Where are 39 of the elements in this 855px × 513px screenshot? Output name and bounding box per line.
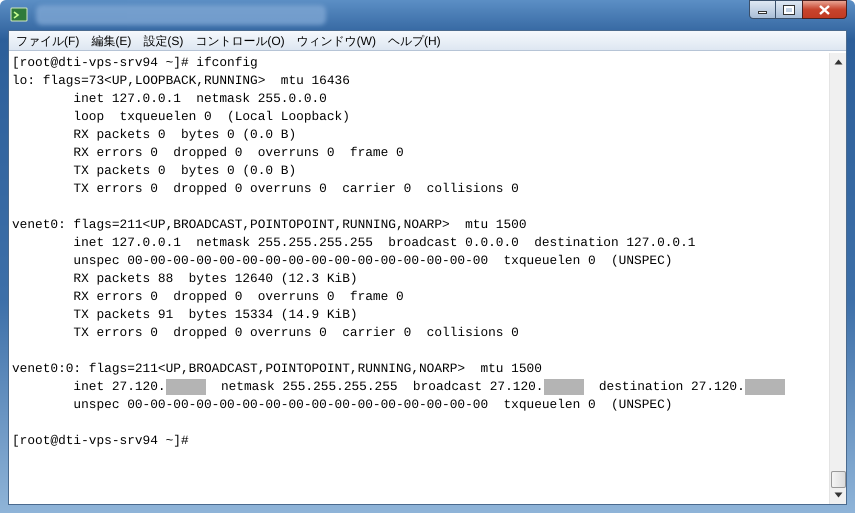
terminal-text: inet 127.0.0.1 netmask 255.0.0.0 — [72, 90, 327, 108]
scrollbar-thumb[interactable] — [830, 471, 846, 488]
menu-item[interactable]: ウィンドウ(W) — [292, 32, 381, 50]
menu-item[interactable]: 設定(S) — [138, 32, 188, 50]
terminal-text: loop txqueuelen 0 (Local Loopback) — [72, 108, 350, 126]
terminal-text: inet 127.0.0.1 netmask 255.255.255.255 broadcast 0.0.0.0 destination 127.0.0.1 — [72, 234, 696, 252]
terminal-text: TX packets 91 bytes 15334 (14.9 KiB) — [72, 306, 358, 324]
terminal-text: RX errors 0 dropped 0 overruns 0 frame 0 — [72, 144, 404, 162]
terminal-text: TX errors 0 dropped 0 overruns 0 carrier 0 collisions 0 — [72, 324, 519, 342]
menu-item[interactable]: ファイル(F) — [11, 32, 84, 50]
terminal-text: venet0: flags=211<UP,BROADCAST,POINTOPOINT,RUNNING,NOARP> mtu 1500 — [12, 216, 527, 234]
minimize-button[interactable] — [749, 0, 776, 19]
menu-item[interactable]: 編集(E) — [86, 32, 136, 50]
scroll-down-icon[interactable] — [834, 492, 842, 498]
terminal-text: inet 27.120. — [72, 378, 166, 396]
terminal-text: netmask 255.255.255.255 broadcast 27.120. — [220, 378, 544, 396]
terminal-text: lo: flags=73<UP,LOOPBACK,RUNNING> mtu 16436 — [12, 72, 350, 90]
redaction-block — [166, 379, 206, 395]
terminal-text: unspec 00-00-00-00-00-00-00-00-00-00-00-00-00-00-00-00 txqueuelen 0 (UNSPEC) — [72, 252, 672, 270]
terminal-text: RX errors 0 dropped 0 overruns 0 frame 0 — [72, 288, 404, 306]
menu-item[interactable]: ヘルプ(H) — [382, 32, 446, 50]
terminal-text: unspec 00-00-00-00-00-00-00-00-00-00-00-00-00-00-00-00 txqueuelen 0 (UNSPEC) — [72, 396, 672, 414]
redaction-block — [744, 379, 785, 395]
menu-item[interactable]: コントロール(O) — [190, 32, 290, 50]
terminal-app-icon — [10, 7, 28, 23]
terminal-text: TX packets 0 bytes 0 (0.0 B) — [72, 162, 296, 180]
terminal-text: RX packets 0 bytes 0 (0.0 B) — [72, 126, 296, 144]
terminal-text: destination 27.120. — [598, 378, 745, 396]
scroll-up-icon[interactable] — [834, 59, 842, 65]
close-icon — [819, 4, 830, 14]
terminal-text: RX packets 88 bytes 12640 (12.3 KiB) — [72, 270, 358, 288]
close-button[interactable] — [802, 0, 847, 19]
maximize-button[interactable] — [776, 0, 802, 19]
terminal-text: [root@dti-vps-srv94 ~]# — [12, 432, 189, 450]
terminal-text: venet0:0: flags=211<UP,BROADCAST,POINTOPOINT,RUNNING,NOARP> mtu 1500 — [12, 360, 542, 378]
terminal-text: [root@dti-vps-srv94 ~]# ifconfig — [12, 54, 258, 72]
terminal-text: TX errors 0 dropped 0 overruns 0 carrier 0 collisions 0 — [72, 180, 519, 198]
redaction-block — [544, 379, 584, 395]
scrollbar[interactable] — [829, 53, 846, 504]
